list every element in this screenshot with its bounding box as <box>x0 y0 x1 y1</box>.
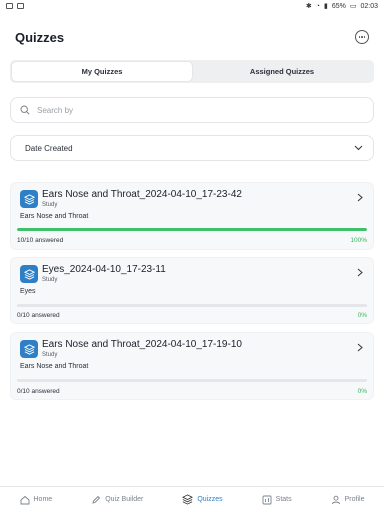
layers-icon <box>182 494 194 505</box>
progress-fill <box>17 228 367 231</box>
nav-label: Quiz Builder <box>105 496 144 503</box>
dot <box>363 36 366 38</box>
quiz-card[interactable]: Ears Nose and Throat_2024-04-10_17-19-10… <box>10 332 374 400</box>
quiz-description: Ears Nose and Throat <box>20 363 89 370</box>
dot <box>358 36 361 38</box>
quiz-card[interactable]: Ears Nose and Throat_2024-04-10_17-23-42… <box>10 182 374 250</box>
layers-icon <box>20 190 38 208</box>
answered-count: 0/10 answered <box>17 388 60 395</box>
answered-count: 10/10 answered <box>17 237 64 244</box>
progress-bar <box>17 304 367 307</box>
progress-bar <box>17 228 367 231</box>
sort-value: Date Created <box>25 143 73 153</box>
layers-icon <box>20 265 38 283</box>
progress-percent: 0% <box>357 312 367 319</box>
profile-icon <box>331 495 340 504</box>
tab-my-quizzes[interactable]: My Quizzes <box>12 62 192 81</box>
tab-assigned-quizzes[interactable]: Assigned Quizzes <box>192 62 372 81</box>
pencil-icon <box>92 495 101 504</box>
header: Quizzes <box>15 27 369 47</box>
progress-bar <box>17 379 367 382</box>
search-input[interactable] <box>37 105 337 115</box>
nav-quizzes[interactable]: Quizzes <box>182 494 223 505</box>
nav-label: Home <box>33 496 53 503</box>
sort-dropdown[interactable]: Date Created <box>10 135 374 161</box>
calendar-icon <box>17 3 24 9</box>
layers-icon <box>20 340 38 358</box>
page-title: Quizzes <box>15 29 65 45</box>
nav-stats[interactable]: Stats <box>262 495 292 505</box>
quiz-description: Ears Nose and Throat <box>20 213 89 220</box>
stats-icon <box>262 495 272 504</box>
nav-home[interactable]: Home <box>20 495 53 505</box>
bottom-nav: Home Quiz Builder Quizzes Stats Profile <box>0 486 384 512</box>
nav-label: Stats <box>275 496 292 503</box>
nav-quiz-builder[interactable]: Quiz Builder <box>91 495 143 505</box>
nav-profile[interactable]: Profile <box>331 495 365 505</box>
wifi-icon: ◔ <box>315 2 320 10</box>
progress-percent: 0% <box>357 388 367 395</box>
chevron-down-icon <box>354 145 363 151</box>
quiz-title: Ears Nose and Throat_2024-04-10_17-19-10 <box>42 339 242 350</box>
quiz-type: Study <box>42 202 58 208</box>
quiz-card[interactable]: Eyes_2024-04-10_17-23-11 Study Eyes 0/10… <box>10 257 374 324</box>
nav-label: Profile <box>344 496 365 503</box>
quiz-title: Ears Nose and Throat_2024-04-10_17-23-42 <box>42 189 242 200</box>
quiz-type: Study <box>42 352 58 358</box>
image-icon <box>6 3 13 9</box>
home-icon <box>20 495 29 504</box>
status-bar: ✱ ◔ ▮ 65% ▭ 02:03 <box>0 0 384 12</box>
chevron-right-icon <box>357 343 363 352</box>
bluetooth-icon: ✱ <box>305 3 312 10</box>
battery-icon: ▭ <box>349 3 357 10</box>
chevron-right-icon <box>357 268 363 277</box>
signal-icon: ▮ <box>323 3 328 10</box>
clock: 02:03 <box>360 2 378 10</box>
battery-level: 65% <box>331 2 346 10</box>
dot <box>361 36 363 38</box>
quiz-title: Eyes_2024-04-10_17-23-11 <box>42 264 166 275</box>
progress-percent: 100% <box>350 237 367 244</box>
search-icon <box>20 105 30 115</box>
quiz-description: Eyes <box>20 288 36 295</box>
nav-label: Quizzes <box>197 496 223 503</box>
chevron-right-icon <box>357 193 363 202</box>
quiz-type: Study <box>42 277 58 283</box>
answered-count: 0/10 answered <box>17 312 60 319</box>
search-box[interactable] <box>10 97 374 123</box>
more-options-button[interactable] <box>355 30 369 44</box>
quiz-tabs: My Quizzes Assigned Quizzes <box>10 60 374 83</box>
